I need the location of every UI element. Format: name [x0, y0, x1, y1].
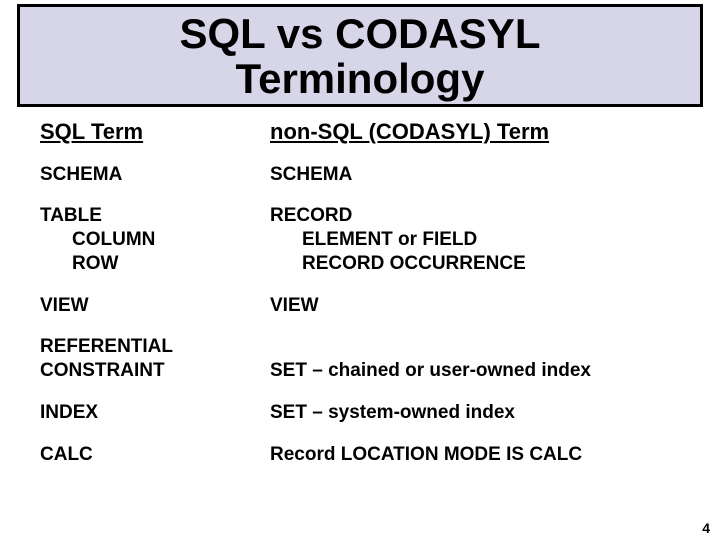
header-right: non-SQL (CODASYL) Term — [270, 119, 680, 145]
sql-term: CALC — [40, 443, 270, 467]
codasyl-term: Record LOCATION MODE IS CALC — [270, 443, 680, 467]
sql-term-line: SCHEMA — [40, 163, 270, 187]
sql-term-line: VIEW — [40, 294, 270, 318]
codasyl-term-line: RECORD — [270, 204, 680, 228]
codasyl-term: VIEW — [270, 294, 680, 318]
sql-term: INDEX — [40, 401, 270, 425]
codasyl-term-line: SET – chained or user-owned index — [270, 359, 680, 383]
term-row: REFERENTIALCONSTRAINT SET – chained or u… — [40, 335, 680, 383]
sql-term-line: CONSTRAINT — [40, 359, 270, 383]
sql-term-line: INDEX — [40, 401, 270, 425]
term-row: SCHEMASCHEMA — [40, 163, 680, 187]
sql-term-line: REFERENTIAL — [40, 335, 270, 359]
sql-term: REFERENTIALCONSTRAINT — [40, 335, 270, 383]
slide-title-box: SQL vs CODASYL Terminology — [17, 4, 703, 107]
sql-term: SCHEMA — [40, 163, 270, 187]
codasyl-term: SCHEMA — [270, 163, 680, 187]
codasyl-term-line — [270, 335, 680, 359]
sql-term-line: TABLE — [40, 204, 270, 228]
term-row: VIEWVIEW — [40, 294, 680, 318]
sql-term: VIEW — [40, 294, 270, 318]
page-number: 4 — [702, 520, 710, 536]
codasyl-term-line: SCHEMA — [270, 163, 680, 187]
codasyl-term: SET – chained or user-owned index — [270, 335, 680, 383]
term-row: TABLECOLUMNROWRECORDELEMENT or FIELDRECO… — [40, 204, 680, 275]
sql-term-line: COLUMN — [40, 228, 270, 252]
header-left: SQL Term — [40, 119, 270, 145]
codasyl-term-line: VIEW — [270, 294, 680, 318]
sql-term: TABLECOLUMNROW — [40, 204, 270, 275]
codasyl-term-line: RECORD OCCURRENCE — [270, 252, 680, 276]
slide-title-line2: Terminology — [20, 56, 700, 101]
header-row: SQL Term non-SQL (CODASYL) Term — [40, 119, 680, 145]
codasyl-term-line: Record LOCATION MODE IS CALC — [270, 443, 680, 467]
codasyl-term-line: SET – system-owned index — [270, 401, 680, 425]
sql-term-line: CALC — [40, 443, 270, 467]
content-area: SQL Term non-SQL (CODASYL) Term SCHEMASC… — [0, 107, 720, 467]
term-row: CALCRecord LOCATION MODE IS CALC — [40, 443, 680, 467]
slide-title-line1: SQL vs CODASYL — [20, 11, 700, 56]
sql-term-line: ROW — [40, 252, 270, 276]
codasyl-term-line: ELEMENT or FIELD — [270, 228, 680, 252]
term-row: INDEXSET – system-owned index — [40, 401, 680, 425]
codasyl-term: SET – system-owned index — [270, 401, 680, 425]
codasyl-term: RECORDELEMENT or FIELDRECORD OCCURRENCE — [270, 204, 680, 275]
